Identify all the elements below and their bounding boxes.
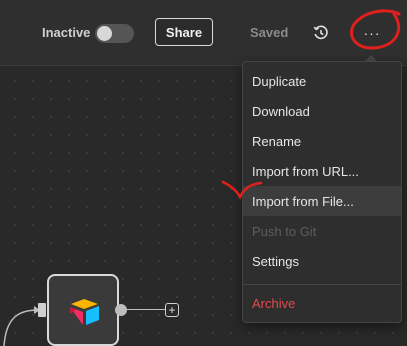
toggle-knob xyxy=(97,26,112,41)
menu-item-rename[interactable]: Rename xyxy=(243,126,401,156)
more-options-button[interactable]: ··· xyxy=(357,20,387,46)
menu-item-settings[interactable]: Settings xyxy=(243,246,401,276)
menu-item-duplicate[interactable]: Duplicate xyxy=(243,66,401,96)
menu-divider xyxy=(243,284,401,285)
share-button[interactable]: Share xyxy=(155,18,213,46)
add-node-button[interactable]: + xyxy=(165,303,179,317)
active-status-label: Inactive xyxy=(42,25,91,40)
menu-item-archive[interactable]: Archive xyxy=(243,288,401,318)
menu-item-import-from-url[interactable]: Import from URL... xyxy=(243,156,401,186)
output-connector-line xyxy=(127,309,165,310)
node-output-handle[interactable] xyxy=(115,304,127,316)
incoming-connection-line xyxy=(3,306,40,346)
menu-item-push-to-git: Push to Git xyxy=(252,223,317,239)
more-options-menu: Duplicate Download Rename Import from UR… xyxy=(242,61,402,323)
node-input-handle[interactable] xyxy=(38,303,46,317)
saved-status: Saved xyxy=(250,25,289,40)
active-toggle[interactable] xyxy=(95,24,134,43)
history-icon[interactable] xyxy=(312,24,330,42)
airtable-node[interactable] xyxy=(47,274,119,346)
airtable-icon xyxy=(70,299,99,325)
workflow-toolbar: Inactive Share Saved ··· xyxy=(0,0,407,66)
menu-item-import-from-file[interactable]: Import from File... xyxy=(243,186,401,216)
menu-item-download[interactable]: Download xyxy=(243,96,401,126)
